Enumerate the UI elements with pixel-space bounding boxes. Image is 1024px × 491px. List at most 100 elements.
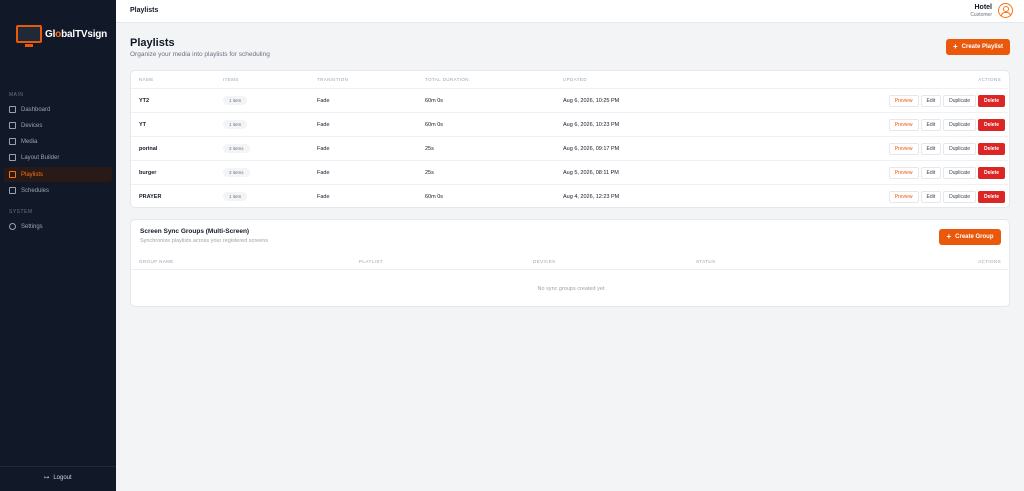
logout-label: Logout (53, 474, 72, 481)
layout-icon (9, 154, 16, 161)
column-header-total-duration: TOTAL DURATION (425, 77, 469, 82)
updated-cell: Aug 5, 2026, 08:11 PM (563, 170, 619, 176)
transition-cell: Fade (317, 98, 330, 104)
create-playlist-label: Create Playlist (961, 44, 1004, 50)
dashboard-icon (9, 106, 16, 113)
updated-cell: Aug 6, 2026, 10:23 PM (563, 122, 620, 128)
items-badge: 3 items (223, 144, 250, 153)
table-row: PRAYER 1 item Fade 60m 0s Aug 4, 2026, 1… (131, 184, 1011, 208)
updated-cell: Aug 4, 2026, 12:23 PM (563, 194, 620, 200)
delete-button[interactable]: Delete (977, 167, 1005, 179)
sidebar-section-main: MAIN (9, 92, 24, 98)
edit-button[interactable]: Edit (920, 191, 942, 203)
user-role: Customer (970, 12, 992, 18)
updated-cell: Aug 6, 2026, 10:25 PM (563, 98, 620, 104)
playlist-name[interactable]: YT2 (139, 98, 149, 104)
sync-groups-card: Screen Sync Groups (Multi-Screen) Synchr… (130, 219, 1011, 307)
duration-cell: 25s (425, 170, 434, 176)
sidebar-item-layout-builder[interactable]: Layout Builder (4, 150, 112, 165)
logout-icon: ↦ (44, 475, 50, 481)
preview-button[interactable]: Preview (888, 167, 919, 179)
items-badge: 1 item (223, 192, 248, 201)
create-playlist-button[interactable]: + Create Playlist (946, 39, 1010, 55)
sidebar: GlobalTVsign MAIN Dashboard Devices Medi… (0, 0, 116, 491)
avatar-icon[interactable] (998, 3, 1013, 18)
duplicate-button[interactable]: Duplicate (943, 167, 976, 179)
transition-cell: Fade (317, 170, 330, 176)
row-actions: Preview Edit Duplicate Delete (888, 119, 1005, 131)
delete-button[interactable]: Delete (977, 119, 1005, 131)
sidebar-item-schedules[interactable]: Schedules (4, 183, 112, 198)
sidebar-item-label: Layout Builder (21, 154, 60, 161)
row-actions: Preview Edit Duplicate Delete (888, 95, 1005, 107)
delete-button[interactable]: Delete (977, 95, 1005, 107)
row-actions: Preview Edit Duplicate Delete (888, 167, 1005, 179)
duration-cell: 25s (425, 146, 434, 152)
image-icon (9, 138, 16, 145)
transition-cell: Fade (317, 146, 330, 152)
edit-button[interactable]: Edit (920, 95, 942, 107)
logout-button[interactable]: ↦ Logout (0, 474, 116, 482)
sidebar-item-dashboard[interactable]: Dashboard (4, 102, 112, 117)
playlist-name[interactable]: YT (139, 122, 146, 128)
sidebar-item-devices[interactable]: Devices (4, 118, 112, 133)
sidebar-item-settings[interactable]: Settings (4, 219, 112, 234)
delete-button[interactable]: Delete (977, 191, 1005, 203)
column-header-actions: ACTIONS (978, 259, 1001, 264)
preview-button[interactable]: Preview (888, 143, 919, 155)
sidebar-item-media[interactable]: Media (4, 134, 112, 149)
app-logo[interactable]: GlobalTVsign (16, 25, 108, 47)
table-divider (131, 269, 1011, 270)
app-logo-text: GlobalTVsign (45, 28, 108, 40)
duplicate-button[interactable]: Duplicate (943, 191, 976, 203)
duplicate-button[interactable]: Duplicate (943, 143, 976, 155)
column-header-playlist: PLAYLIST (359, 259, 383, 264)
transition-cell: Fade (317, 194, 330, 200)
column-header-name: NAME (139, 77, 154, 82)
preview-button[interactable]: Preview (888, 191, 919, 203)
duration-cell: 60m 0s (425, 98, 444, 104)
sidebar-section-system: SYSTEM (9, 209, 33, 215)
plus-icon: + (946, 232, 952, 241)
playlist-name[interactable]: burger (139, 170, 156, 176)
monitor-icon (9, 122, 16, 129)
sidebar-item-label: Settings (21, 223, 43, 230)
sidebar-item-label: Media (21, 138, 38, 145)
table-row: porinal 3 items Fade 25s Aug 6, 2026, 09… (131, 136, 1011, 160)
updated-cell: Aug 6, 2026, 09:17 PM (563, 146, 620, 152)
user-menu[interactable]: Hotel Customer (970, 4, 992, 18)
gear-icon (9, 223, 16, 230)
list-icon (9, 171, 16, 178)
table-row: YT 1 item Fade 60m 0s Aug 6, 2026, 10:23… (131, 112, 1011, 136)
sidebar-item-playlists[interactable]: Playlists (4, 167, 112, 182)
column-header-actions: ACTIONS (978, 77, 1001, 82)
duplicate-button[interactable]: Duplicate (943, 95, 976, 107)
column-header-updated: UPDATED (563, 77, 587, 82)
playlist-name[interactable]: PRAYER (139, 194, 161, 200)
create-group-button[interactable]: + Create Group (939, 229, 1001, 245)
user-name: Hotel (974, 4, 993, 11)
items-badge: 1 item (223, 120, 248, 129)
preview-button[interactable]: Preview (888, 95, 919, 107)
page-title: Playlists (130, 37, 175, 49)
sidebar-item-label: Playlists (21, 171, 44, 178)
playlists-table: NAME ITEMS TRANSITION TOTAL DURATION UPD… (130, 70, 1011, 208)
duration-cell: 60m 0s (425, 122, 444, 128)
column-header-devices: DEVICES (533, 259, 556, 264)
edit-button[interactable]: Edit (920, 119, 942, 131)
column-header-items: ITEMS (223, 77, 239, 82)
transition-cell: Fade (317, 122, 330, 128)
duplicate-button[interactable]: Duplicate (943, 119, 976, 131)
sidebar-item-label: Dashboard (21, 106, 51, 113)
topbar-title: Playlists (130, 7, 159, 14)
row-actions: Preview Edit Duplicate Delete (888, 143, 1005, 155)
playlist-name[interactable]: porinal (139, 146, 157, 152)
plus-icon: + (952, 42, 958, 51)
edit-button[interactable]: Edit (920, 167, 942, 179)
preview-button[interactable]: Preview (888, 119, 919, 131)
delete-button[interactable]: Delete (977, 143, 1005, 155)
create-group-label: Create Group (955, 234, 994, 240)
edit-button[interactable]: Edit (920, 143, 942, 155)
column-header-status: STATUS (696, 259, 716, 264)
column-header-group-name: GROUP NAME (139, 259, 174, 264)
